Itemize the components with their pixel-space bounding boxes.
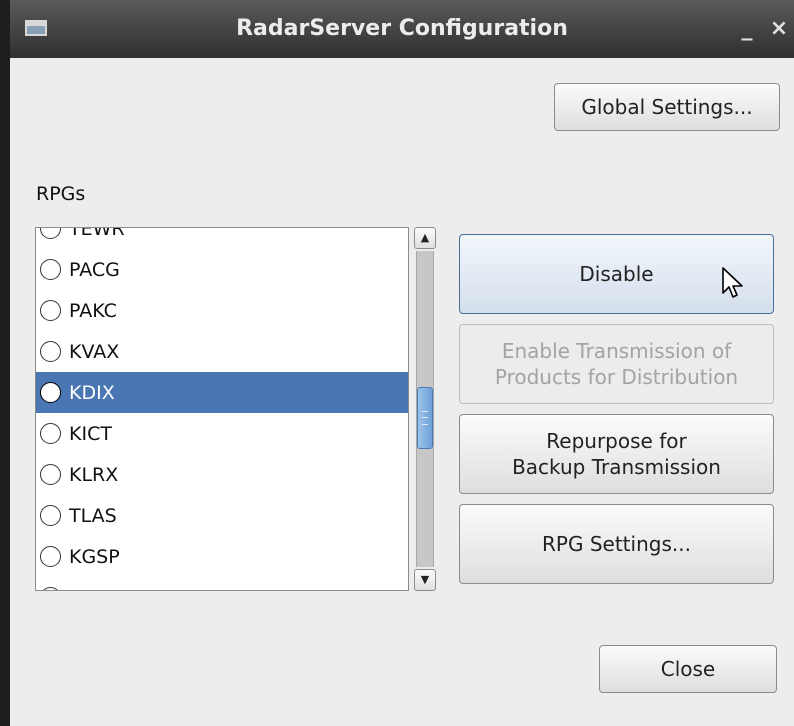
rpgs-label: RPGs	[36, 183, 86, 205]
list-item-partial[interactable]	[36, 577, 408, 590]
repurpose-backup-button[interactable]: Repurpose for Backup Transmission	[459, 414, 774, 494]
list-item-label: PACG	[69, 258, 120, 281]
title-bar[interactable]: RadarServer Configuration _ ×	[10, 0, 794, 58]
close-button[interactable]: Close	[599, 645, 777, 693]
list-item-label: KVAX	[69, 340, 120, 363]
list-item-label: PAKC	[69, 299, 117, 322]
list-item-kdix-selected[interactable]: KDIX	[36, 372, 408, 413]
list-item-kvax[interactable]: KVAX	[36, 331, 408, 372]
radio-button[interactable]	[40, 464, 61, 485]
list-item-pacg[interactable]: PACG	[36, 249, 408, 290]
list-item-label: KLRX	[69, 463, 119, 486]
list-item-klrx[interactable]: KLRX	[36, 454, 408, 495]
list-item-tewr[interactable]: TEWR	[36, 227, 408, 249]
radio-button[interactable]	[40, 587, 61, 590]
list-item-label: TLAS	[69, 504, 117, 527]
minimize-button[interactable]: _	[732, 12, 762, 46]
list-scrollbar[interactable]: ▲ ▼	[414, 227, 436, 591]
rpg-settings-button[interactable]: RPG Settings...	[459, 504, 774, 584]
radio-button[interactable]	[40, 423, 61, 444]
global-settings-button[interactable]: Global Settings...	[554, 83, 780, 131]
radio-button[interactable]	[40, 228, 61, 239]
close-window-button[interactable]: ×	[764, 12, 794, 46]
radio-button[interactable]	[40, 546, 61, 567]
enable-transmission-button[interactable]: Enable Transmission of Products for Dist…	[459, 324, 774, 404]
radio-button[interactable]	[40, 382, 61, 403]
enable-transmission-line1: Enable Transmission of	[501, 339, 732, 363]
radio-button[interactable]	[40, 259, 61, 280]
enable-transmission-line2: Products for Distribution	[494, 365, 739, 389]
radio-button[interactable]	[40, 505, 61, 526]
grip-icon	[422, 411, 428, 425]
window-title: RadarServer Configuration	[236, 16, 568, 41]
repurpose-line2: Backup Transmission	[512, 455, 721, 479]
radarserver-config-window: RadarServer Configuration _ × Global Set…	[10, 0, 794, 726]
radio-button[interactable]	[40, 341, 61, 362]
radio-button[interactable]	[40, 300, 61, 321]
scroll-up-button[interactable]: ▲	[414, 227, 436, 249]
repurpose-line1: Repurpose for	[546, 429, 687, 453]
list-item-label: KGSP	[69, 545, 120, 568]
scroll-thumb[interactable]	[417, 387, 433, 449]
list-item-label: KICT	[69, 422, 112, 445]
mouse-cursor-icon	[722, 267, 743, 298]
list-item-tlas[interactable]: TLAS	[36, 495, 408, 536]
rpg-list[interactable]: TEWR PACG PAKC KVAX KDIX KICT KLRX TLAS …	[35, 227, 409, 591]
list-item-label: TEWR	[69, 227, 125, 240]
list-item-kict[interactable]: KICT	[36, 413, 408, 454]
list-item-kgsp[interactable]: KGSP	[36, 536, 408, 577]
list-item-label: KDIX	[69, 381, 115, 404]
scroll-down-button[interactable]: ▼	[414, 569, 436, 591]
list-item-pakc[interactable]: PAKC	[36, 290, 408, 331]
